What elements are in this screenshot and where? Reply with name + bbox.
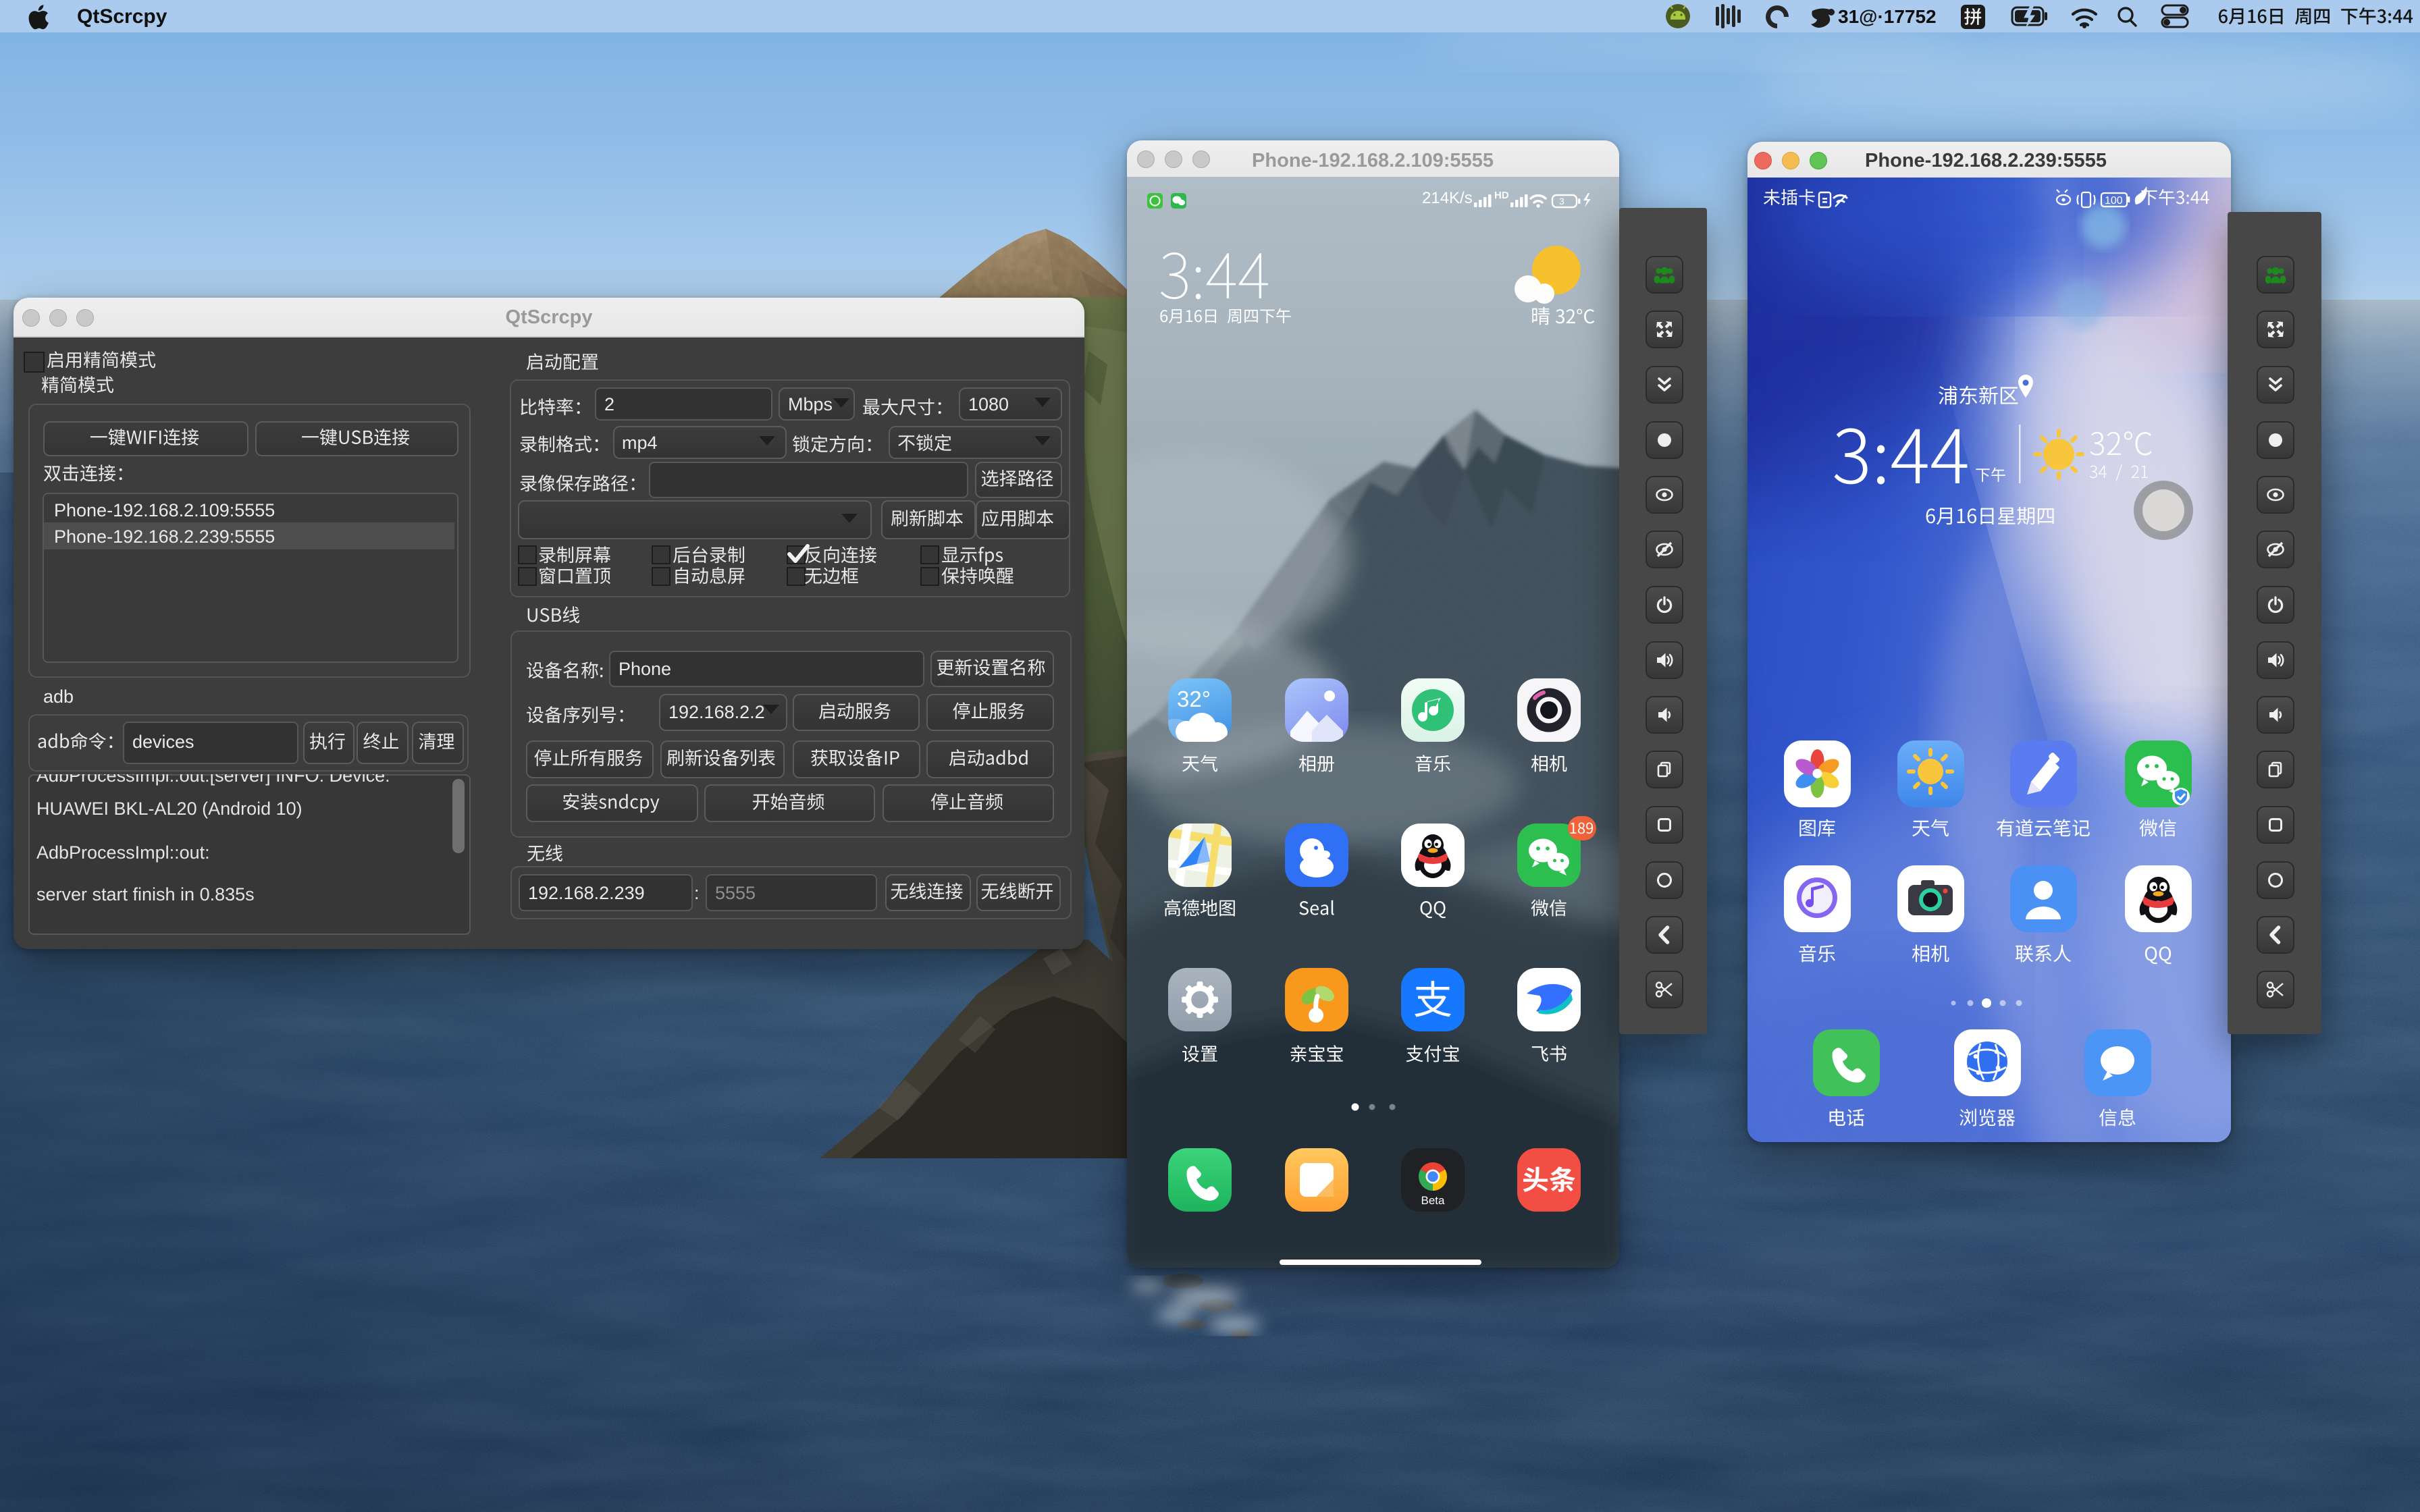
svg-text:3: 3 [1559, 196, 1564, 207]
svg-text:Beta: Beta [1421, 1194, 1446, 1207]
svg-text:32°: 32° [1177, 686, 1211, 711]
svg-text:HD: HD [1494, 190, 1509, 201]
svg-text:100: 100 [2105, 195, 2123, 207]
